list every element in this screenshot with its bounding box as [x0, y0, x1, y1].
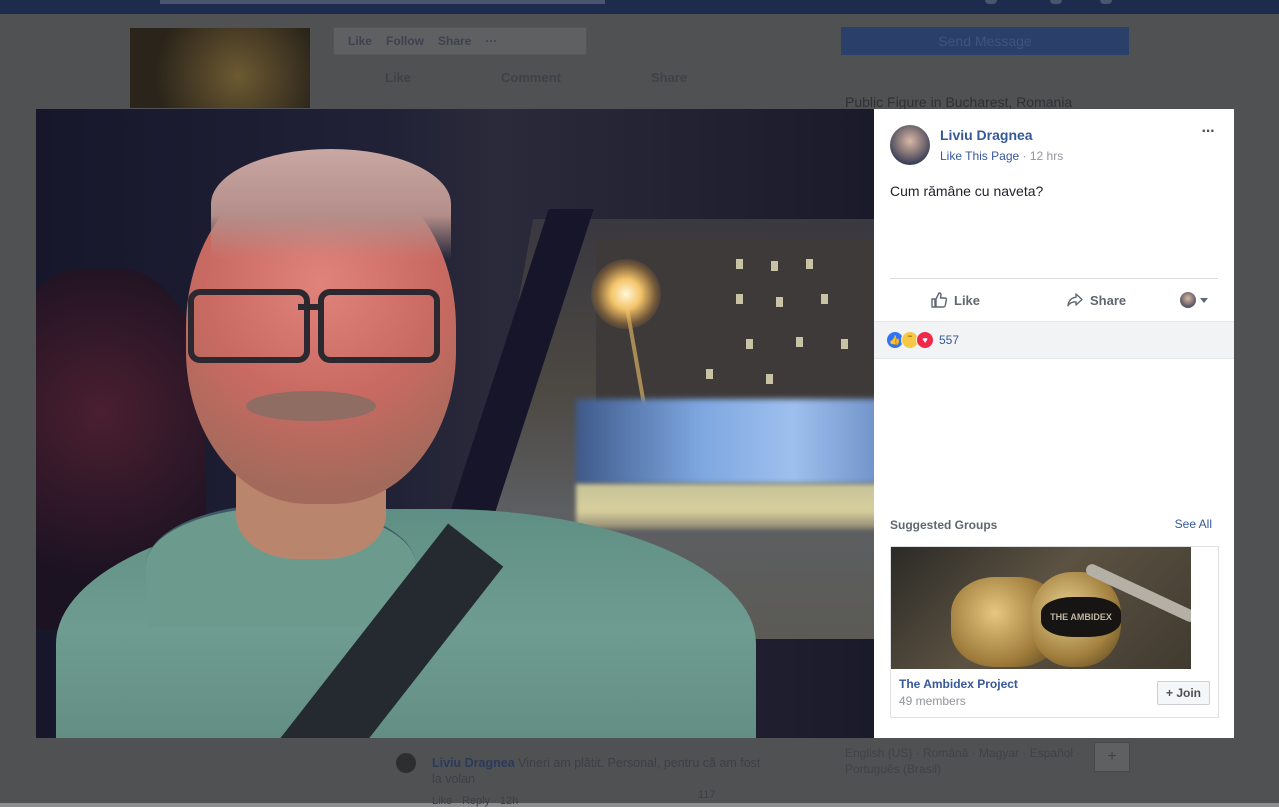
group-members: 49 members	[899, 694, 966, 708]
bg-post-like[interactable]: Like	[385, 70, 411, 85]
join-group-button[interactable]: + Join	[1156, 681, 1210, 705]
divider	[890, 278, 1218, 279]
mustache	[246, 391, 376, 421]
photo-theater: Liviu Dragnea Like This Page · 12 hrs ··…	[36, 109, 1234, 738]
share-label: Share	[1090, 292, 1127, 308]
glasses-bridge	[298, 304, 324, 310]
post-meta: Like This Page · 12 hrs	[940, 149, 1063, 163]
reaction-as-selector[interactable]	[1180, 285, 1208, 315]
author-name[interactable]: Liviu Dragnea	[940, 127, 1033, 143]
help-icon[interactable]	[1100, 0, 1112, 4]
tram-lower-body	[576, 484, 874, 529]
see-all-link[interactable]: See All	[1175, 517, 1212, 531]
glasses-right-lens	[318, 289, 440, 363]
add-language-button[interactable]: +	[1094, 742, 1130, 772]
group-cover-image[interactable]: THE AMBIDEX	[891, 547, 1191, 669]
comment-avatar	[396, 753, 416, 773]
photo-info-panel: Liviu Dragnea Like This Page · 12 hrs ··…	[874, 109, 1234, 738]
reaction-count[interactable]: 557	[939, 333, 959, 347]
search-bar[interactable]	[160, 0, 605, 4]
friends-icon[interactable]	[985, 0, 997, 4]
public-figure-label: Public Figure in Bucharest, Romania	[845, 94, 1073, 110]
reel-brand-plate: THE AMBIDEX	[1041, 597, 1121, 637]
like-page-link[interactable]: Like This Page	[940, 149, 1019, 163]
top-navbar	[0, 0, 1279, 14]
bg-post-share[interactable]: Share	[651, 70, 687, 85]
post-time[interactable]: · 12 hrs	[1019, 149, 1064, 163]
like-label: Like	[954, 292, 981, 308]
notifications-icon[interactable]	[1050, 0, 1062, 4]
person-hair	[211, 149, 451, 259]
author-avatar[interactable]	[890, 125, 930, 165]
comment: Liviu Dragnea Vineri am plătit. Personal…	[432, 755, 762, 787]
share-arrow-icon	[1067, 293, 1083, 307]
post-actions: Like Share	[890, 285, 1218, 315]
page-cover-photo	[130, 28, 310, 108]
like-button[interactable]: Like	[930, 285, 980, 315]
suggested-groups-title: Suggested Groups	[890, 518, 998, 532]
suggested-group-card: THE AMBIDEX The Ambidex Project 49 membe…	[890, 546, 1219, 718]
group-name[interactable]: The Ambidex Project	[899, 677, 1018, 691]
bg-share-button[interactable]: Share	[438, 34, 471, 48]
reactions-bar[interactable]: 👍 ‾ ♥ 557	[874, 321, 1234, 359]
share-button[interactable]: Share	[1066, 285, 1126, 315]
comment-meta: Like · Reply · 12h	[432, 795, 519, 807]
bg-post-actions: Like Comment Share	[333, 62, 808, 92]
street-lamp-light	[591, 259, 661, 329]
more-options-icon[interactable]: ···	[1198, 124, 1218, 143]
bg-post-comment[interactable]: Comment	[501, 70, 561, 85]
language-list: English (US) · Română · Magyar · Español…	[845, 746, 1081, 776]
chevron-down-icon	[1200, 297, 1208, 303]
love-reaction-icon: ♥	[916, 331, 934, 349]
glasses-left-lens	[188, 289, 310, 363]
post-caption: Cum rămâne cu naveta?	[890, 183, 1044, 199]
comment-reactions[interactable]: 117	[698, 789, 716, 801]
post-photo[interactable]	[36, 109, 874, 738]
comment-author[interactable]: Liviu Dragnea	[432, 756, 515, 770]
passing-tram	[576, 399, 874, 484]
send-message-button[interactable]: Send Message	[841, 27, 1129, 55]
bg-like-button[interactable]: Like	[348, 34, 372, 48]
page-action-bar: Like Follow Share ···	[333, 27, 587, 55]
thumbs-up-icon	[931, 292, 948, 308]
bg-more-button[interactable]: ···	[485, 34, 497, 48]
profile-mini-avatar	[1180, 292, 1196, 308]
bg-follow-button[interactable]: Follow	[386, 34, 424, 48]
